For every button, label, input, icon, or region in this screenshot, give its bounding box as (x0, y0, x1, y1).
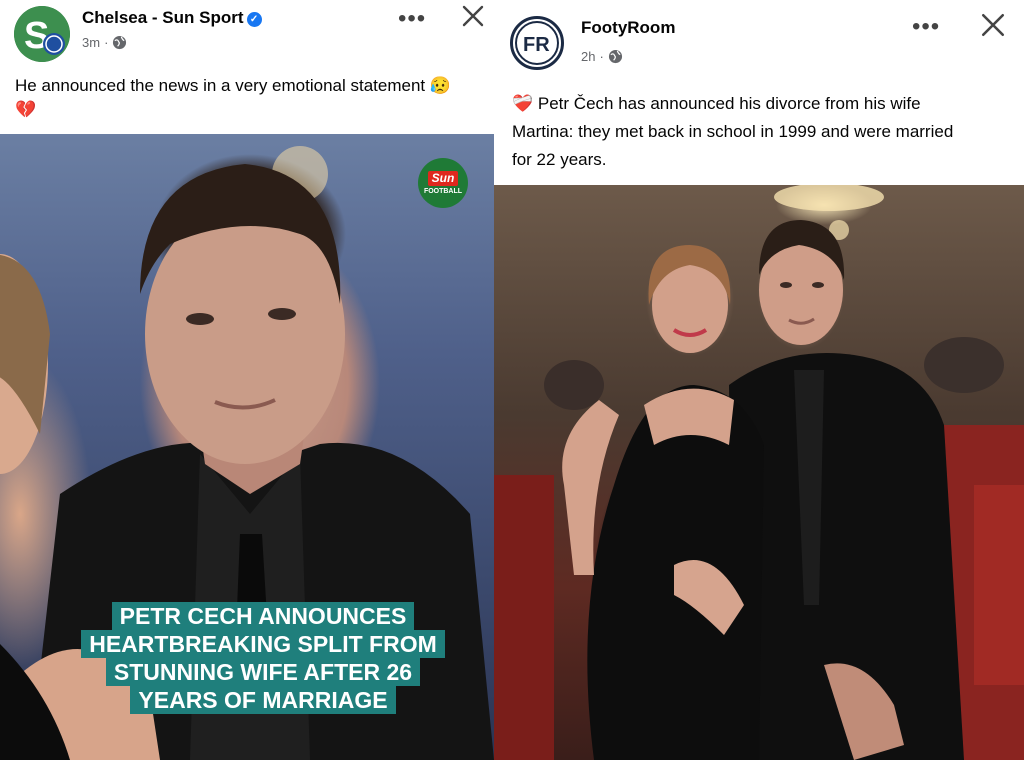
close-icon[interactable] (980, 12, 1006, 38)
broken-heart-emoji: 💔 (15, 100, 37, 119)
post-image[interactable] (494, 185, 1024, 760)
post-image[interactable]: Sun FOOTBALL PETR CECH ANNOUNCES HEARTBR… (0, 134, 494, 760)
post-time[interactable]: 2h (581, 49, 595, 64)
more-options-icon[interactable]: ••• (912, 15, 940, 39)
headline-line: YEARS OF MARRIAGE (130, 686, 396, 714)
caption-line: He announced the news in a very emotiona… (15, 76, 452, 95)
headline-line: STUNNING WIFE AFTER 26 (105, 658, 421, 686)
sun-logo-subtext: FOOTBALL (423, 188, 463, 195)
headline-overlay: PETR CECH ANNOUNCES HEARTBREAKING SPLIT … (76, 602, 450, 714)
headline-line: PETR CECH ANNOUNCES (111, 602, 415, 630)
verified-badge-icon: ✓ (246, 12, 262, 27)
caption-line: for 22 years. (512, 150, 607, 169)
meta-separator: · (104, 35, 109, 50)
page-name[interactable]: Chelsea - Sun Sport ✓ (82, 8, 262, 28)
chelsea-crest-icon: S (14, 6, 70, 62)
globe-icon (608, 49, 622, 64)
svg-text:FR: FR (523, 34, 550, 56)
page-name[interactable]: FootyRoom (581, 18, 675, 38)
caption-line: Martina: they met back in school in 1999… (512, 122, 954, 141)
post-chelsea-sun-sport: S Chelsea - Sun Sport ✓ 3m · ••• He annou… (0, 0, 494, 760)
headline-line: HEARTBREAKING SPLIT FROM (81, 630, 445, 658)
close-icon[interactable] (461, 4, 485, 28)
sun-football-logo: Sun FOOTBALL (418, 158, 468, 208)
page-avatar[interactable]: FR (510, 16, 564, 70)
page-name-text[interactable]: Chelsea - Sun Sport (82, 8, 244, 27)
post-time[interactable]: 3m (82, 35, 100, 50)
post-caption: ❤️‍🩹 Petr Čech has announced his divorce… (512, 90, 953, 174)
more-options-icon[interactable]: ••• (398, 7, 426, 31)
globe-icon (113, 35, 127, 50)
sun-logo-text: Sun (427, 171, 459, 186)
post-caption: He announced the news in a very emotiona… (15, 72, 451, 124)
photo-figures (494, 185, 1024, 760)
post-meta: 2h · (581, 49, 623, 64)
post-footyroom: FR FootyRoom 2h · ••• ❤️‍🩹 Petr Čech has… (494, 0, 1024, 760)
page-avatar[interactable]: S (14, 6, 70, 62)
meta-separator: · (599, 49, 604, 64)
caption-line: ❤️‍🩹 Petr Čech has announced his divorce… (512, 94, 921, 113)
footyroom-logo-icon: FR (515, 21, 559, 65)
post-meta: 3m · (82, 35, 127, 50)
